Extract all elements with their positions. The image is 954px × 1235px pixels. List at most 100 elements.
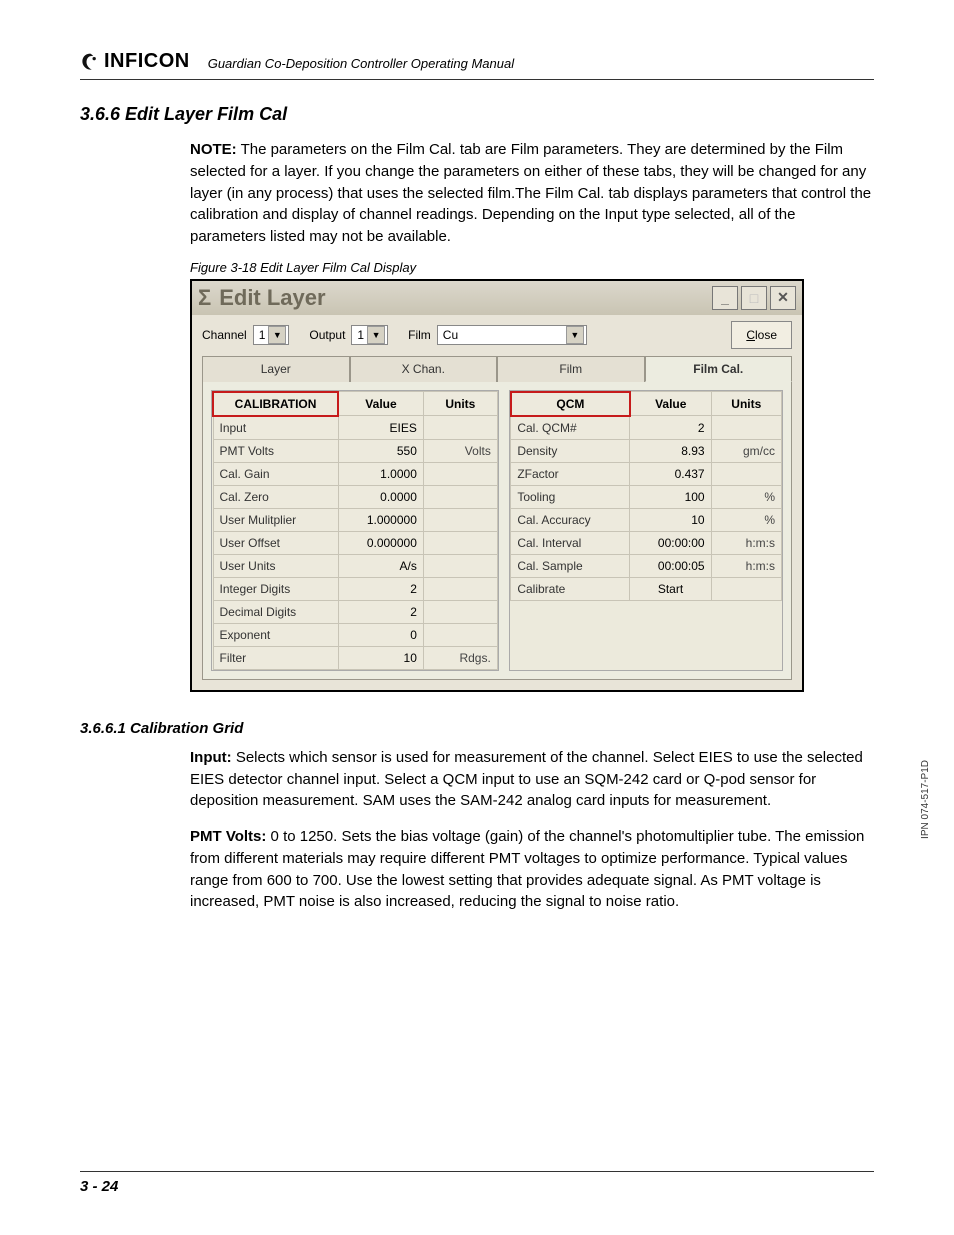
table-row: Cal. Interval00:00:00h:m:s [511, 531, 782, 554]
row-value[interactable]: 2 [338, 600, 423, 623]
row-value[interactable]: 0.000000 [338, 531, 423, 554]
minimize-button[interactable]: _ [712, 286, 738, 310]
row-label: Decimal Digits [213, 600, 338, 623]
table-row: CalibrateStart [511, 577, 782, 600]
swirl-icon [80, 52, 100, 72]
table-row: Exponent0 [213, 623, 497, 646]
row-label: Cal. Gain [213, 462, 338, 485]
row-value[interactable]: 10 [338, 646, 423, 669]
tab-filmcal[interactable]: Film Cal. [645, 356, 793, 382]
titlebar: Σ Edit Layer _ □ ✕ [192, 281, 802, 315]
row-units [423, 462, 497, 485]
row-units: h:m:s [711, 554, 781, 577]
maximize-button[interactable]: □ [741, 286, 767, 310]
empty-cell [711, 600, 781, 620]
table-row: Tooling100% [511, 485, 782, 508]
row-value[interactable]: 1.000000 [338, 508, 423, 531]
tab-strip: Layer X Chan. Film Film Cal. [192, 355, 802, 381]
tab-layer[interactable]: Layer [202, 356, 350, 382]
table-row: Cal. Gain1.0000 [213, 462, 497, 485]
row-label: User Units [213, 554, 338, 577]
table-row: User Offset0.000000 [213, 531, 497, 554]
row-value[interactable]: 100 [630, 485, 711, 508]
close-button[interactable]: Close [731, 321, 792, 349]
edit-layer-window: Σ Edit Layer _ □ ✕ Channel 1 ▼ Output 1 … [190, 279, 804, 692]
close-underline: C [746, 328, 755, 342]
film-value: Cu [443, 328, 458, 342]
table-row [511, 620, 782, 640]
note-text: The parameters on the Film Cal. tab are … [190, 141, 871, 245]
tab-xchan[interactable]: X Chan. [350, 356, 498, 382]
row-value[interactable]: 00:00:05 [630, 554, 711, 577]
p1-lead: Input: [190, 749, 232, 766]
row-value[interactable]: 550 [338, 439, 423, 462]
channel-select[interactable]: 1 ▼ [253, 325, 290, 345]
controls-row: Channel 1 ▼ Output 1 ▼ Film Cu ▼ Close [192, 315, 802, 355]
row-label: Density [511, 439, 630, 462]
row-value[interactable]: 0.437 [630, 462, 711, 485]
row-value[interactable]: 0 [338, 623, 423, 646]
table-row [511, 600, 782, 620]
row-value[interactable]: 00:00:00 [630, 531, 711, 554]
qcm-header: QCM [511, 392, 630, 416]
brand-text: INFICON [104, 50, 190, 73]
row-units [423, 531, 497, 554]
table-row: User Mulitplier1.000000 [213, 508, 497, 531]
row-value[interactable]: 8.93 [630, 439, 711, 462]
row-label: Filter [213, 646, 338, 669]
table-row: Cal. QCM#2 [511, 416, 782, 440]
row-value[interactable]: 2 [630, 416, 711, 440]
row-value[interactable]: 0.0000 [338, 485, 423, 508]
brand-logo: INFICON [80, 50, 190, 73]
output-select[interactable]: 1 ▼ [351, 325, 388, 345]
row-value[interactable]: 10 [630, 508, 711, 531]
calibration-grid: CALIBRATION Value Units InputEIES PMT Vo… [211, 390, 499, 671]
row-label: Cal. Zero [213, 485, 338, 508]
row-label: Input [213, 416, 338, 440]
calibrate-start[interactable]: Start [630, 577, 711, 600]
table-row: Filter10Rdgs. [213, 646, 497, 669]
row-label: Exponent [213, 623, 338, 646]
manual-title: Guardian Co-Deposition Controller Operat… [208, 56, 514, 71]
window-title-text: Edit Layer [219, 285, 325, 311]
tab-body: CALIBRATION Value Units InputEIES PMT Vo… [202, 381, 792, 680]
page-number: 3 - 24 [80, 1178, 118, 1195]
table-row: User UnitsA/s [213, 554, 497, 577]
row-label: User Mulitplier [213, 508, 338, 531]
paragraph-pmt: PMT Volts: 0 to 1250. Sets the bias volt… [190, 826, 874, 913]
row-units [423, 485, 497, 508]
row-label: Cal. Accuracy [511, 508, 630, 531]
row-units [711, 462, 781, 485]
close-x-button[interactable]: ✕ [770, 286, 796, 310]
table-row: Cal. Zero0.0000 [213, 485, 497, 508]
row-label: Cal. Sample [511, 554, 630, 577]
row-value[interactable]: EIES [338, 416, 423, 440]
row-label: Cal. Interval [511, 531, 630, 554]
row-label: User Offset [213, 531, 338, 554]
row-label: ZFactor [511, 462, 630, 485]
film-select[interactable]: Cu ▼ [437, 325, 587, 345]
figure-caption: Figure 3-18 Edit Layer Film Cal Display [190, 260, 874, 275]
row-label: Integer Digits [213, 577, 338, 600]
table-row: Integer Digits2 [213, 577, 497, 600]
row-units [423, 600, 497, 623]
page-footer: 3 - 24 [80, 1171, 874, 1195]
tab-film[interactable]: Film [497, 356, 645, 382]
table-row [511, 640, 782, 660]
row-value[interactable]: 1.0000 [338, 462, 423, 485]
cal-value-header: Value [338, 392, 423, 416]
close-rest: lose [755, 328, 777, 342]
table-row: ZFactor0.437 [511, 462, 782, 485]
row-value[interactable]: A/s [338, 554, 423, 577]
section-heading: 3.6.6 Edit Layer Film Cal [80, 104, 874, 125]
row-units [423, 554, 497, 577]
chevron-down-icon: ▼ [268, 326, 286, 344]
output-label: Output [309, 328, 345, 342]
empty-cell [511, 600, 630, 620]
row-value[interactable]: 2 [338, 577, 423, 600]
minimize-icon: _ [721, 290, 729, 306]
table-row: Decimal Digits2 [213, 600, 497, 623]
table-row: PMT Volts550Volts [213, 439, 497, 462]
channel-value: 1 [259, 328, 266, 342]
close-icon: ✕ [777, 289, 789, 306]
